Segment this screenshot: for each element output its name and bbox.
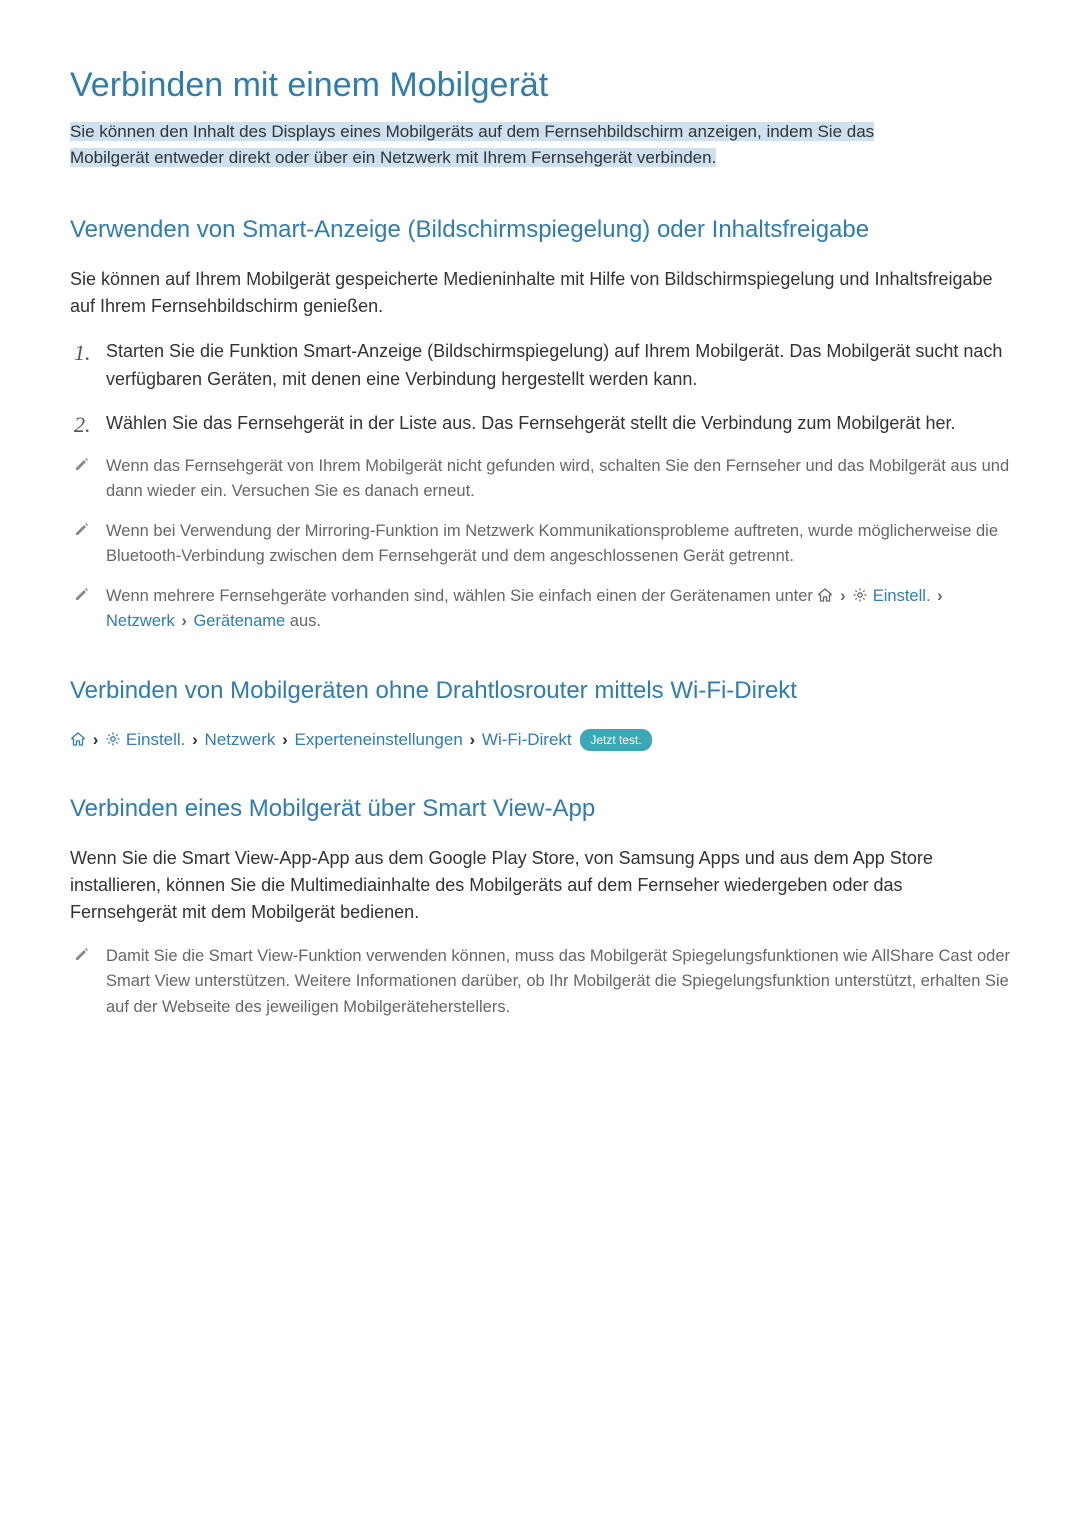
page-title: Verbinden mit einem Mobilgerät [70, 60, 1010, 111]
home-icon [817, 587, 833, 603]
path-wifidirect: Wi-Fi-Direkt [482, 730, 572, 749]
path-network: Netzwerk [106, 612, 175, 630]
chevron-icon: › [282, 727, 288, 753]
section1-note-3: Wenn mehrere Fernsehgeräte vorhanden sin… [70, 584, 1010, 635]
note-text: Wenn bei Verwendung der Mirroring-Funkti… [106, 522, 998, 566]
chevron-icon: › [192, 727, 198, 753]
home-icon [70, 731, 86, 747]
section3-body: Wenn Sie die Smart View-App-App aus dem … [70, 845, 1010, 926]
step-1: Starten Sie die Funktion Smart-Anzeige (… [70, 338, 1010, 394]
pencil-icon [74, 456, 90, 472]
chevron-icon: › [937, 584, 943, 610]
path-settings: Einstell. [126, 730, 186, 749]
note-text: Wenn das Fernsehgerät von Ihrem Mobilger… [106, 457, 1009, 501]
chevron-icon: › [93, 727, 99, 753]
section1-note-1: Wenn das Fernsehgerät von Ihrem Mobilger… [70, 454, 1010, 505]
page-intro: Sie können den Inhalt des Displays eines… [70, 119, 1010, 170]
gear-icon [105, 731, 121, 747]
section3-heading: Verbinden eines Mobilgerät über Smart Vi… [70, 791, 1010, 827]
section1-steps: Starten Sie die Funktion Smart-Anzeige (… [70, 338, 1010, 438]
path-devicename: Gerätename [193, 612, 285, 630]
pencil-icon [74, 521, 90, 537]
chevron-icon: › [181, 609, 187, 635]
chevron-icon: › [470, 727, 476, 753]
section1-note-2: Wenn bei Verwendung der Mirroring-Funkti… [70, 519, 1010, 570]
intro-highlight-2: Mobilgerät entweder direkt oder über ein… [70, 148, 716, 167]
note-text: Damit Sie die Smart View-Funktion verwen… [106, 947, 1010, 1016]
section1-intro: Sie können auf Ihrem Mobilgerät gespeich… [70, 266, 1010, 320]
path-network: Netzwerk [205, 730, 276, 749]
gear-icon [852, 587, 868, 603]
pencil-icon [74, 586, 90, 602]
section2-breadcrumb: › Einstell. › Netzwerk › Experteneinstel… [70, 727, 1010, 753]
step-2: Wählen Sie das Fernsehgerät in der Liste… [70, 410, 1010, 438]
try-now-badge[interactable]: Jetzt test. [580, 729, 651, 751]
pencil-icon [74, 946, 90, 962]
path-settings: Einstell. [873, 587, 931, 605]
intro-highlight-1: Sie können den Inhalt des Displays eines… [70, 122, 874, 141]
path-expert: Experteneinstellungen [295, 730, 463, 749]
note3-post: aus. [290, 612, 321, 630]
section3-note-1: Damit Sie die Smart View-Funktion verwen… [70, 944, 1010, 1021]
section1-heading: Verwenden von Smart-Anzeige (Bildschirms… [70, 212, 1010, 248]
chevron-icon: › [840, 584, 846, 610]
section2-heading: Verbinden von Mobilgeräten ohne Drahtlos… [70, 673, 1010, 709]
note3-pre: Wenn mehrere Fernsehgeräte vorhanden sin… [106, 587, 817, 605]
